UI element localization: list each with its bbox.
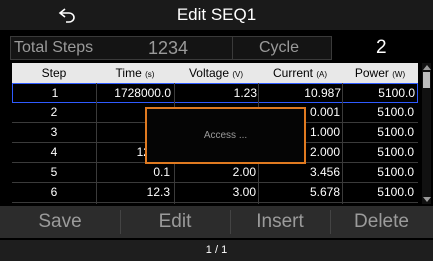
header-voltage: Voltage (V) [188,66,244,80]
header-current: Current (A) [272,66,328,80]
scroll-up-button[interactable] [422,63,431,71]
info-row: Total Steps 1234 [0,34,433,60]
cell-power: 5100.0 [378,86,415,100]
cell-power: 5100.0 [377,105,414,119]
total-steps-value: 1234 [148,38,189,58]
table-row[interactable]: 5 0.1 2.00 3.456 5100.0 [12,163,418,183]
cell-power: 5100.0 [377,145,414,159]
cycle-label: Cycle [259,39,300,56]
toolbar: Save Edit Insert Delete [0,206,433,238]
cycle-value[interactable]: 2 [376,36,387,60]
header-step: Step [41,66,67,80]
total-steps-label: Total Steps [14,39,94,56]
cell-step: 6 [50,185,58,199]
delete-button[interactable]: Delete [330,206,433,238]
cell-power: 5100.0 [377,185,414,199]
table-row[interactable]: 1 1728000.0 1.23 10.987 5100.0 [12,83,418,103]
cell-voltage: 3.00 [232,185,256,199]
edit-button[interactable]: Edit [120,206,230,238]
title-bar: Edit SEQ1 [0,0,433,30]
scroll-down-button[interactable] [422,196,431,204]
page-indicator: 1 / 1 [205,244,228,256]
table-row[interactable]: 6 12.3 3.00 5.678 5100.0 [12,183,418,203]
scrollbar-thumb[interactable] [423,72,430,88]
cell-power: 5100.0 [377,165,414,179]
cell-current: 10.987 [304,86,341,100]
column-divider [342,83,343,204]
cell-time: 12.3 [146,185,170,199]
cell-step: 1 [51,86,59,100]
cell-voltage: 2.00 [232,165,256,179]
cell-current: 3.456 [309,165,340,179]
access-dialog: Access ... [145,107,306,164]
table-header: Step Time (s) Voltage (V) Current (A) Po… [12,63,418,83]
save-button[interactable]: Save [0,206,120,238]
cell-step: 5 [50,165,58,179]
insert-button[interactable]: Insert [230,206,330,238]
cell-step: 4 [50,145,58,159]
cell-step: 2 [50,105,58,119]
header-time: Time (s) [115,66,155,80]
chevron-up-icon [422,65,431,70]
header-power: Power (W) [354,66,406,80]
back-button[interactable] [52,0,82,30]
cell-step: 3 [50,125,58,139]
back-arrow-icon [58,8,75,23]
cell-voltage: 1.23 [233,86,257,100]
chevron-down-icon [422,197,431,202]
cell-time: 0.1 [153,165,170,179]
cell-power: 5100.0 [377,125,414,139]
dialog-message: Access ... [203,130,248,141]
cell-current: 5.678 [309,185,340,199]
cell-time: 1728000.0 [114,86,171,100]
footer: 1 / 1 [0,240,433,261]
column-divider [96,83,97,204]
